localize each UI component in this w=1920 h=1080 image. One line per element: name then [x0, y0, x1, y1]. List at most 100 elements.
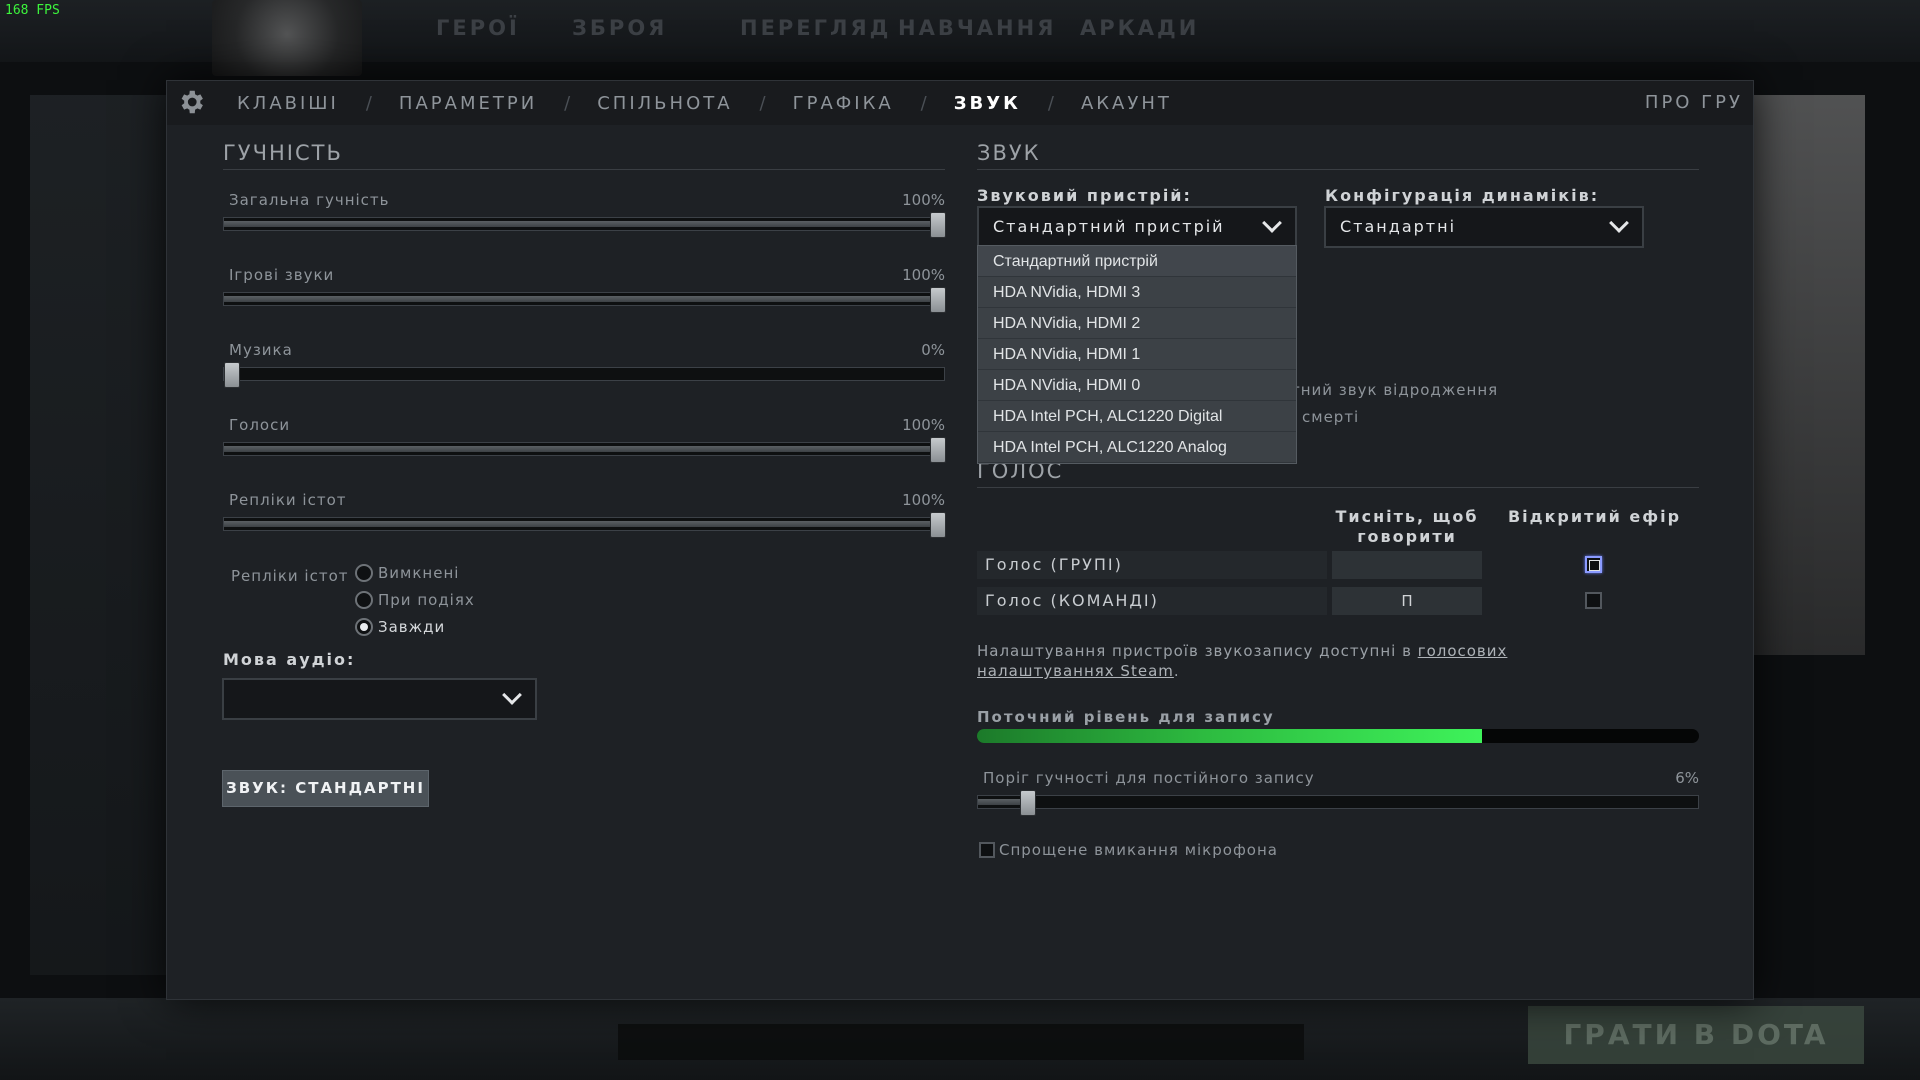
slider-track[interactable]	[223, 362, 945, 388]
radio-circle[interactable]	[355, 591, 373, 609]
tab-separator: /	[365, 92, 372, 114]
bg-nav-item: ПЕРЕГЛЯД	[740, 16, 892, 40]
slider-thumb[interactable]	[930, 287, 946, 313]
bg-nav-item: ГЕРОЇ	[436, 16, 520, 40]
radio-option-off[interactable]: Вимкнені	[355, 564, 459, 582]
simple-mic-label: Спрощене вмикання мікрофона	[999, 841, 1278, 859]
bg-dota-logo	[212, 0, 362, 76]
tab-video[interactable]: ГРАФІКА	[793, 93, 894, 114]
slider-fill	[224, 296, 938, 302]
select-value: Стандартні	[1340, 217, 1457, 236]
voice-team-label: Голос (КОМАНДІ)	[977, 587, 1327, 615]
slider-value: 0%	[921, 341, 945, 359]
slider-value: 100%	[902, 491, 945, 509]
sound-device-dropdown: Стандартний пристрій HDA NVidia, HDMI 3 …	[977, 245, 1297, 464]
radio-option-on-events[interactable]: При подіях	[355, 591, 475, 609]
sound-section-title: ЗВУК	[977, 141, 1699, 170]
tab-separator: /	[759, 92, 766, 114]
open-mic-header: Відкритий ефір	[1507, 507, 1682, 526]
dropdown-option[interactable]: Стандартний пристрій	[978, 246, 1296, 277]
bg-nav-item: АРКАДИ	[1080, 16, 1200, 40]
radio-circle[interactable]	[355, 564, 373, 582]
tab-audio[interactable]: ЗВУК	[954, 93, 1021, 114]
speaker-config-select[interactable]: Стандартні	[1324, 206, 1644, 248]
simple-mic-checkbox[interactable]	[979, 842, 995, 858]
tab-account[interactable]: АКАУНТ	[1081, 93, 1172, 114]
bg-nav-item: НАВЧАННЯ	[898, 16, 1057, 40]
voices-slider: Голоси 100%	[223, 416, 946, 476]
slider-fill	[224, 446, 938, 452]
tab-keys[interactable]: КЛАВІШІ	[237, 93, 339, 114]
audio-defaults-button[interactable]: ЗВУК: СТАНДАРТНІ	[222, 770, 429, 807]
threshold-slider: Поріг гучності для постійного запису 6%	[977, 769, 1699, 829]
radio-circle[interactable]	[355, 618, 373, 636]
slider-track[interactable]	[977, 790, 1699, 816]
voice-party-key[interactable]	[1332, 551, 1482, 579]
slider-label: Загальна гучність	[229, 191, 390, 209]
option-text-partial: тний звук відродження	[1291, 381, 1499, 399]
audio-language-select[interactable]	[222, 678, 537, 720]
slider-track[interactable]	[223, 212, 946, 238]
settings-panel: КЛАВІШІ / ПАРАМЕТРИ / СПІЛЬНОТА / ГРАФІК…	[166, 80, 1754, 1000]
voice-team-open-mic-checkbox[interactable]	[1585, 592, 1602, 609]
slider-value: 6%	[1675, 769, 1699, 787]
chevron-down-icon	[1262, 213, 1282, 233]
sound-device-select[interactable]: Стандартний пристрій	[977, 206, 1297, 248]
info-prefix: Налаштування пристроїв звукозапису досту…	[977, 642, 1418, 660]
dropdown-option[interactable]: HDA NVidia, HDMI 1	[978, 339, 1296, 370]
slider-thumb[interactable]	[930, 212, 946, 238]
slider-label: Голоси	[229, 416, 291, 434]
dropdown-option[interactable]: HDA Intel PCH, ALC1220 Analog	[978, 432, 1296, 463]
slider-thumb[interactable]	[224, 362, 240, 388]
chevron-down-icon	[502, 685, 522, 705]
gear-icon	[175, 87, 207, 119]
bg-play-button: ГРАТИ В DOTA	[1528, 1006, 1864, 1064]
bg-nav-item: ЗБРОЯ	[572, 16, 668, 40]
slider-track[interactable]	[223, 287, 946, 313]
slider-label: Репліки істот	[229, 491, 347, 509]
tab-options[interactable]: ПАРАМЕТРИ	[399, 93, 537, 114]
dropdown-option[interactable]: HDA NVidia, HDMI 2	[978, 308, 1296, 339]
radio-label: При подіях	[378, 591, 475, 609]
bg-right-panel	[1740, 95, 1865, 655]
slider-track[interactable]	[223, 512, 946, 538]
creature-lines-label: Репліки істот	[231, 567, 349, 585]
slider-track[interactable]	[223, 437, 946, 463]
bg-left-panel	[30, 95, 170, 975]
dropdown-option[interactable]: HDA Intel PCH, ALC1220 Digital	[978, 401, 1296, 432]
slider-thumb[interactable]	[1020, 790, 1037, 816]
sound-device-label: Звуковий пристрій:	[977, 186, 1192, 205]
slider-thumb[interactable]	[930, 512, 946, 538]
speaker-config-label: Конфігурація динаміків:	[1325, 186, 1600, 205]
voice-team-key[interactable]: П	[1332, 587, 1482, 615]
slider-label: Поріг гучності для постійного запису	[983, 769, 1315, 787]
push-to-talk-header: Тисніть, щоб говорити	[1335, 507, 1479, 546]
option-text-partial: смерті	[1302, 408, 1360, 426]
tab-separator: /	[920, 92, 927, 114]
record-level-meter	[977, 729, 1699, 743]
music-slider: Музика 0%	[223, 341, 945, 401]
slider-thumb[interactable]	[930, 437, 946, 463]
volume-section-title: ГУЧНІСТЬ	[223, 141, 945, 170]
voice-party-open-mic-checkbox[interactable]	[1585, 556, 1602, 573]
slider-value: 100%	[902, 191, 945, 209]
slider-fill	[224, 221, 938, 227]
voice-info-text: Налаштування пристроїв звукозапису досту…	[977, 641, 1597, 681]
settings-tabbar: КЛАВІШІ / ПАРАМЕТРИ / СПІЛЬНОТА / ГРАФІК…	[167, 81, 1753, 125]
radio-label: Вимкнені	[378, 564, 460, 582]
radio-option-always[interactable]: Завжди	[355, 618, 445, 636]
dropdown-option[interactable]: HDA NVidia, HDMI 0	[978, 370, 1296, 401]
dropdown-option[interactable]: HDA NVidia, HDMI 3	[978, 277, 1296, 308]
slider-label: Музика	[229, 341, 293, 359]
simple-mic-option[interactable]: Спрощене вмикання мікрофона	[979, 841, 1278, 859]
creature-lines-slider: Репліки істот 100%	[223, 491, 946, 551]
select-value: Стандартний пристрій	[993, 217, 1225, 236]
bg-chat-box	[618, 1024, 1304, 1060]
audio-language-label: Мова аудіо:	[223, 650, 356, 669]
radio-label: Завжди	[378, 618, 446, 636]
tab-separator: /	[1047, 92, 1054, 114]
tab-about[interactable]: ПРО ГРУ	[1645, 92, 1743, 113]
game-sounds-slider: Ігрові звуки 100%	[223, 266, 946, 326]
slider-fill	[224, 521, 938, 527]
tab-social[interactable]: СПІЛЬНОТА	[597, 93, 732, 114]
